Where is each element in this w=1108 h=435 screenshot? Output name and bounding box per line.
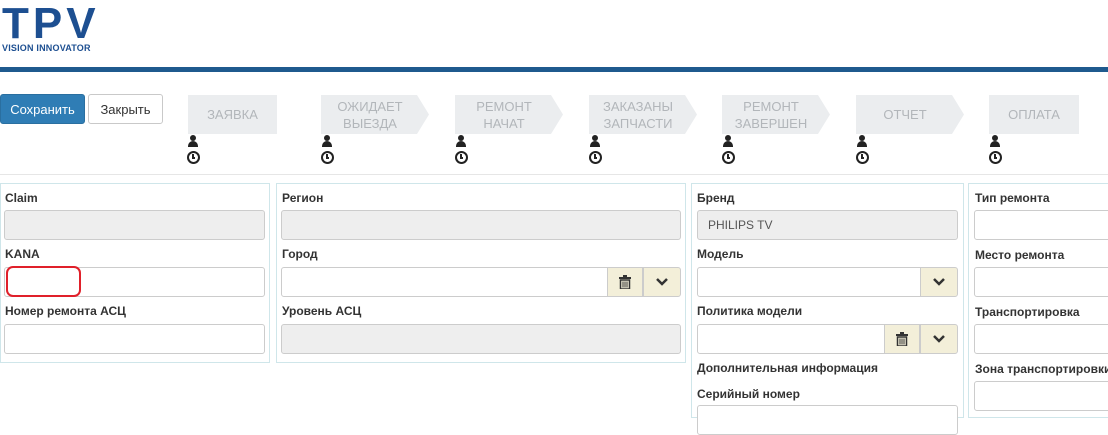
step-label: ОПЛАТА [1008,107,1060,122]
user-icon [856,135,868,149]
kana-label: KANA [5,247,40,261]
repair-type-label: Тип ремонта [975,191,1050,205]
city-label: Город [282,247,318,261]
step-icons [722,135,736,164]
clock-icon [187,151,200,164]
claim-field [4,210,265,240]
step-icons [321,135,335,164]
step-label: РЕМОНТ ЗАВЕРШЕН [734,98,808,131]
repair-number-label: Номер ремонта АСЦ [5,304,126,318]
user-icon [187,135,199,149]
clock-icon [989,151,1002,164]
policy-dropdown-button[interactable] [920,324,958,354]
close-button[interactable]: Закрыть [88,94,163,124]
transport-field[interactable] [974,324,1108,354]
chevron-down-icon [933,278,945,286]
user-icon [722,135,734,149]
model-policy-label: Политика модели [697,304,803,318]
step-parts-ordered[interactable]: ЗАКАЗАНЫ ЗАПЧАСТИ [589,95,697,134]
city-field[interactable] [281,267,608,297]
clock-icon [321,151,334,164]
highlight-annotation [6,266,81,297]
serial-number-label: Серийный номер [697,387,800,401]
brand-label: Бренд [697,191,735,205]
header-divider [0,67,1108,72]
policy-clear-button[interactable] [884,324,920,354]
transport-zone-field[interactable] [974,381,1108,411]
step-label: ЗАКАЗАНЫ ЗАПЧАСТИ [602,98,674,131]
step-label: ОТЧЕТ [883,107,927,122]
step-icons [989,135,1003,164]
user-icon [589,135,601,149]
model-policy-field[interactable] [697,324,885,354]
step-icons [455,135,469,164]
logo-tagline: VISION INNOVATOR [2,43,91,53]
chevron-down-icon [656,278,668,286]
serial-number-field[interactable] [697,405,958,435]
model-label: Модель [697,247,744,261]
repair-place-label: Место ремонта [975,248,1065,262]
trash-icon [619,275,631,289]
asc-level-field [281,324,681,354]
clock-icon [455,151,468,164]
save-button[interactable]: Сохранить [0,94,85,124]
step-icons [187,135,201,164]
city-clear-button[interactable] [607,267,643,297]
section-divider [0,174,1108,175]
step-label: ЗАЯВКА [207,107,258,122]
trash-icon [896,332,908,346]
extra-info-label: Дополнительная информация [697,361,878,375]
clock-icon [722,151,735,164]
claim-label: Claim [5,191,38,205]
city-dropdown-button[interactable] [643,267,681,297]
step-label: ОЖИДАЕТ ВЫЕЗДА [337,98,403,131]
clock-icon [856,151,869,164]
step-awaiting-visit[interactable]: ОЖИДАЕТ ВЫЕЗДА [321,95,429,134]
step-payment[interactable]: ОПЛАТА [989,95,1079,134]
step-request[interactable]: ЗАЯВКА [188,95,277,134]
transport-label: Транспортировка [975,305,1080,319]
step-report[interactable]: ОТЧЕТ [856,95,964,134]
repair-number-field[interactable] [4,324,265,354]
step-icons [856,135,870,164]
user-icon [455,135,467,149]
step-icons [589,135,603,164]
step-repair-completed[interactable]: РЕМОНТ ЗАВЕРШЕН [722,95,830,134]
chevron-down-icon [933,335,945,343]
clock-icon [589,151,602,164]
step-repair-started[interactable]: РЕМОНТ НАЧАТ [455,95,563,134]
brand-field: PHILIPS TV [697,210,958,240]
repair-place-field[interactable] [974,267,1108,297]
step-label: РЕМОНТ НАЧАТ [476,98,532,131]
model-dropdown-button[interactable] [920,267,958,297]
region-label: Регион [282,191,324,205]
user-icon [989,135,1001,149]
asc-level-label: Уровень АСЦ [282,304,362,318]
user-icon [321,135,333,149]
model-field[interactable] [697,267,922,297]
region-field [281,210,681,240]
repair-type-field[interactable] [974,210,1108,240]
transport-zone-label: Зона транспортировки [975,362,1108,376]
